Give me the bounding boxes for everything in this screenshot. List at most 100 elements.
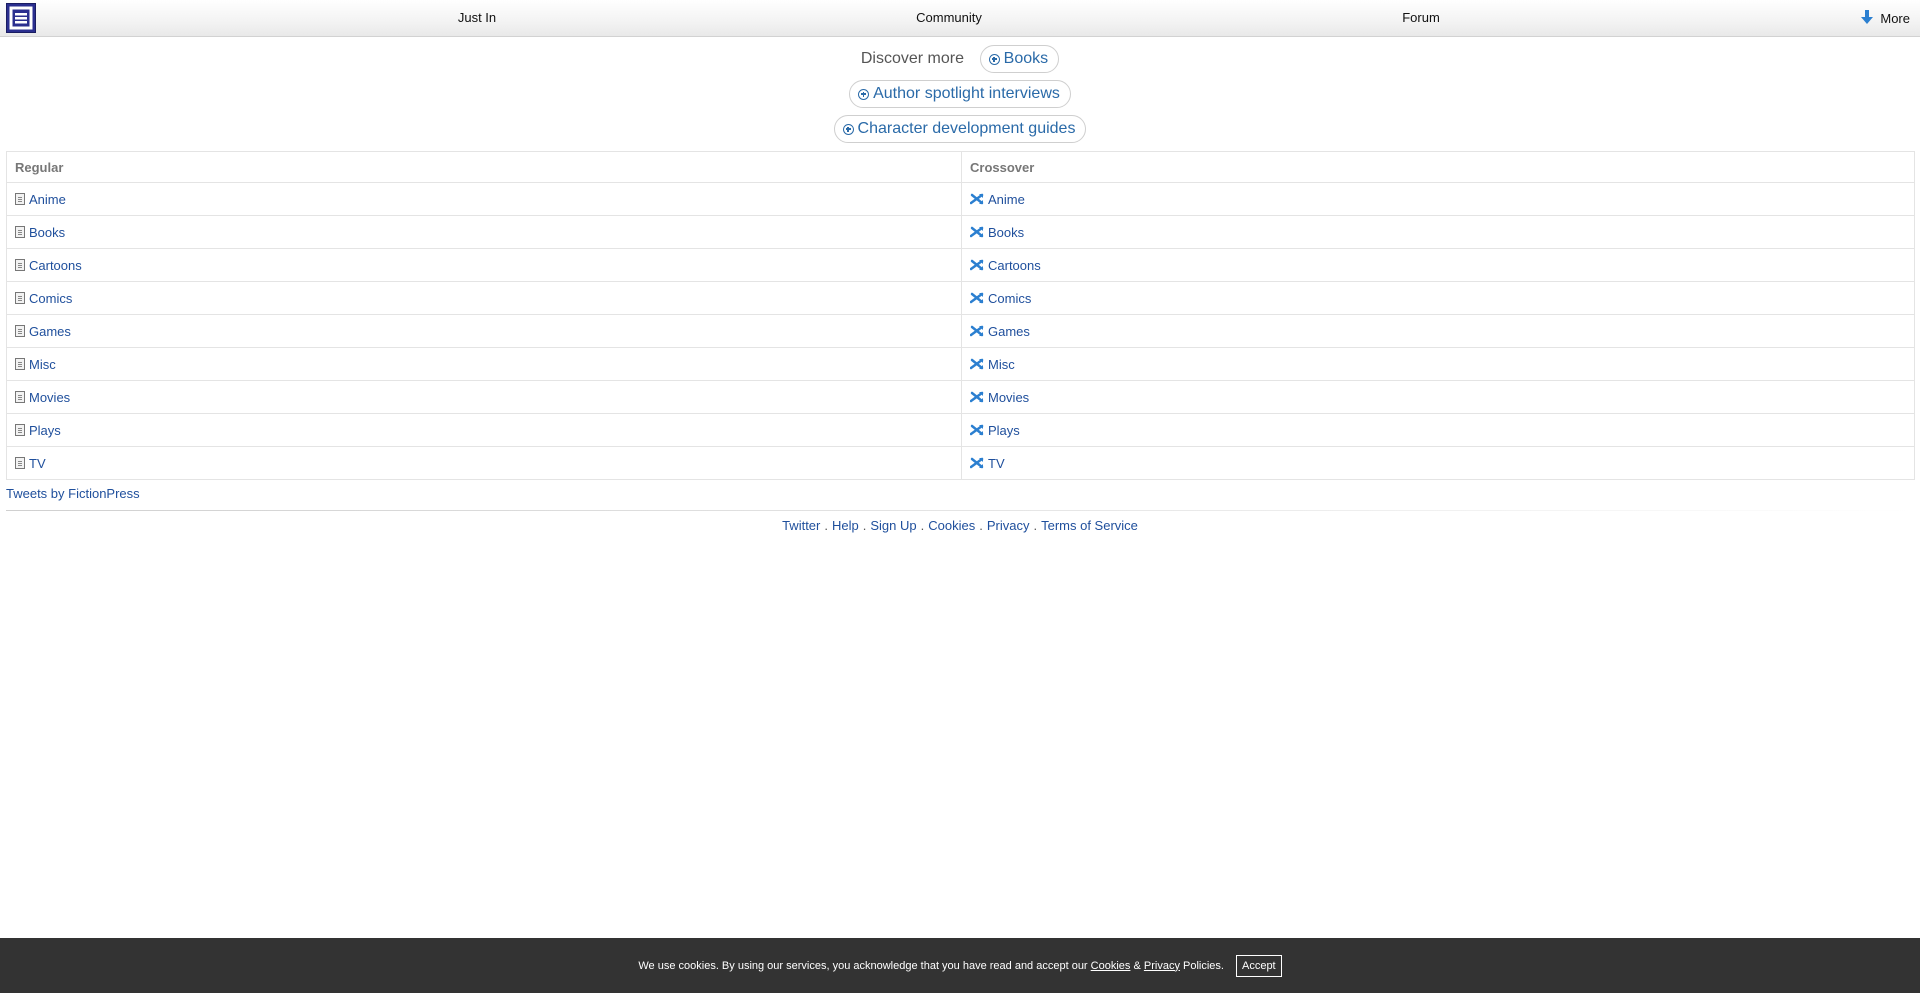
footer-separator: . bbox=[979, 518, 983, 533]
footer-link[interactable]: Twitter bbox=[782, 518, 820, 533]
header-crossover: Crossover bbox=[961, 151, 1915, 183]
crossover-icon bbox=[969, 391, 984, 403]
discover-more-row: Discover more Books bbox=[0, 45, 1920, 73]
nav-just-in[interactable]: Just In bbox=[458, 10, 496, 25]
crossover-cell: Anime bbox=[961, 182, 1915, 216]
footer-separator: . bbox=[1033, 518, 1038, 533]
document-icon bbox=[15, 424, 25, 436]
crossover-category-link[interactable]: Cartoons bbox=[988, 258, 1041, 273]
cookie-text: We use cookies. By using our services, y… bbox=[638, 959, 1088, 972]
document-icon bbox=[15, 325, 25, 337]
regular-category-link[interactable]: Cartoons bbox=[29, 258, 82, 273]
accept-button[interactable]: Accept bbox=[1235, 954, 1282, 977]
arrow-down-icon bbox=[1860, 9, 1874, 28]
crossover-cell: TV bbox=[961, 446, 1915, 480]
regular-category-link[interactable]: Movies bbox=[29, 390, 70, 405]
table-row: Games Games bbox=[6, 314, 1915, 348]
regular-category-link[interactable]: Plays bbox=[29, 423, 61, 438]
crossover-category-link[interactable]: TV bbox=[988, 456, 1005, 471]
nav-community[interactable]: Community bbox=[916, 10, 982, 25]
regular-category-link[interactable]: Anime bbox=[29, 192, 66, 207]
nav-more-button[interactable]: More bbox=[1860, 9, 1910, 28]
regular-category-link[interactable]: Misc bbox=[29, 357, 56, 372]
document-icon bbox=[15, 259, 25, 271]
add-circle-icon bbox=[858, 88, 870, 100]
footer-separator: . bbox=[824, 518, 828, 533]
crossover-cell: Comics bbox=[961, 281, 1915, 315]
add-circle-icon bbox=[842, 123, 854, 135]
add-circle-icon bbox=[988, 53, 1000, 65]
footer-link[interactable]: Sign Up bbox=[870, 518, 916, 533]
pill-label: Character development guides bbox=[857, 120, 1076, 137]
category-table: Regular Crossover Anime Anime Books Books Ca… bbox=[6, 151, 1915, 480]
document-icon bbox=[15, 193, 25, 205]
crossover-icon bbox=[969, 292, 984, 304]
cookie-cookies-link[interactable]: Cookies bbox=[1091, 960, 1131, 972]
table-row: Movies Movies bbox=[6, 380, 1915, 414]
regular-category-link[interactable]: Games bbox=[29, 324, 71, 339]
discover-pill-books[interactable]: Books bbox=[979, 45, 1060, 73]
cookie-consent-bar: We use cookies. By using our services, y… bbox=[0, 938, 1920, 993]
crossover-category-link[interactable]: Anime bbox=[988, 192, 1025, 207]
regular-category-link[interactable]: Books bbox=[29, 225, 65, 240]
table-row: TV TV bbox=[6, 446, 1915, 480]
table-row: Comics Comics bbox=[6, 281, 1915, 315]
discover-more-label: Discover more bbox=[860, 50, 965, 67]
regular-category-link[interactable]: TV bbox=[29, 456, 46, 471]
table-row: Misc Misc bbox=[6, 347, 1915, 381]
table-row: Plays Plays bbox=[6, 413, 1915, 447]
footer-divider bbox=[6, 510, 1915, 511]
table-row: Anime Anime bbox=[6, 182, 1915, 216]
cookie-privacy-link[interactable]: Privacy bbox=[1144, 960, 1180, 972]
regular-cell: TV bbox=[6, 446, 962, 480]
regular-cell: Comics bbox=[6, 281, 962, 315]
footer-link[interactable]: Privacy bbox=[987, 518, 1030, 533]
nav-forum[interactable]: Forum bbox=[1402, 10, 1440, 25]
discover-row-3: Character development guides bbox=[0, 115, 1920, 143]
crossover-cell: Cartoons bbox=[961, 248, 1915, 282]
crossover-category-link[interactable]: Misc bbox=[988, 357, 1015, 372]
table-row: Cartoons Cartoons bbox=[6, 248, 1915, 282]
regular-cell: Plays bbox=[6, 413, 962, 447]
footer-link[interactable]: Cookies bbox=[928, 518, 975, 533]
regular-cell: Cartoons bbox=[6, 248, 962, 282]
crossover-category-link[interactable]: Plays bbox=[988, 423, 1020, 438]
regular-cell: Games bbox=[6, 314, 962, 348]
crossover-cell: Misc bbox=[961, 347, 1915, 381]
discover-pill-author-spotlight[interactable]: Author spotlight interviews bbox=[849, 80, 1071, 108]
table-row: Books Books bbox=[6, 215, 1915, 249]
discover-pill-character-guides[interactable]: Character development guides bbox=[833, 115, 1087, 143]
cookie-amp: & bbox=[1133, 959, 1141, 972]
top-navbar: Just In Community Forum More bbox=[0, 0, 1920, 37]
crossover-icon bbox=[969, 193, 984, 205]
site-logo-icon[interactable] bbox=[6, 3, 36, 33]
nav-more-label: More bbox=[1880, 11, 1910, 26]
crossover-icon bbox=[969, 457, 984, 469]
regular-cell: Anime bbox=[6, 182, 962, 216]
document-icon bbox=[15, 391, 25, 403]
crossover-category-link[interactable]: Comics bbox=[988, 291, 1031, 306]
footer-link[interactable]: Help bbox=[832, 518, 859, 533]
crossover-cell: Movies bbox=[961, 380, 1915, 414]
crossover-cell: Plays bbox=[961, 413, 1915, 447]
crossover-icon bbox=[969, 424, 984, 436]
regular-cell: Books bbox=[6, 215, 962, 249]
regular-category-link[interactable]: Comics bbox=[29, 291, 72, 306]
regular-cell: Movies bbox=[6, 380, 962, 414]
crossover-cell: Books bbox=[961, 215, 1915, 249]
pill-label: Author spotlight interviews bbox=[873, 85, 1060, 102]
crossover-icon bbox=[969, 325, 984, 337]
footer-separator: . bbox=[862, 518, 867, 533]
crossover-category-link[interactable]: Movies bbox=[988, 390, 1029, 405]
crossover-category-link[interactable]: Games bbox=[988, 324, 1030, 339]
crossover-category-link[interactable]: Books bbox=[988, 225, 1024, 240]
document-icon bbox=[15, 358, 25, 370]
header-regular: Regular bbox=[6, 151, 962, 183]
document-icon bbox=[15, 292, 25, 304]
document-icon bbox=[15, 457, 25, 469]
crossover-icon bbox=[969, 259, 984, 271]
pill-label: Books bbox=[1003, 50, 1049, 67]
footer-links: Twitter. Help. Sign Up. Cookies. Privacy. Ter… bbox=[0, 518, 1920, 533]
footer-link[interactable]: Terms of Service bbox=[1041, 518, 1138, 533]
tweets-link[interactable]: Tweets by FictionPress bbox=[6, 486, 140, 501]
